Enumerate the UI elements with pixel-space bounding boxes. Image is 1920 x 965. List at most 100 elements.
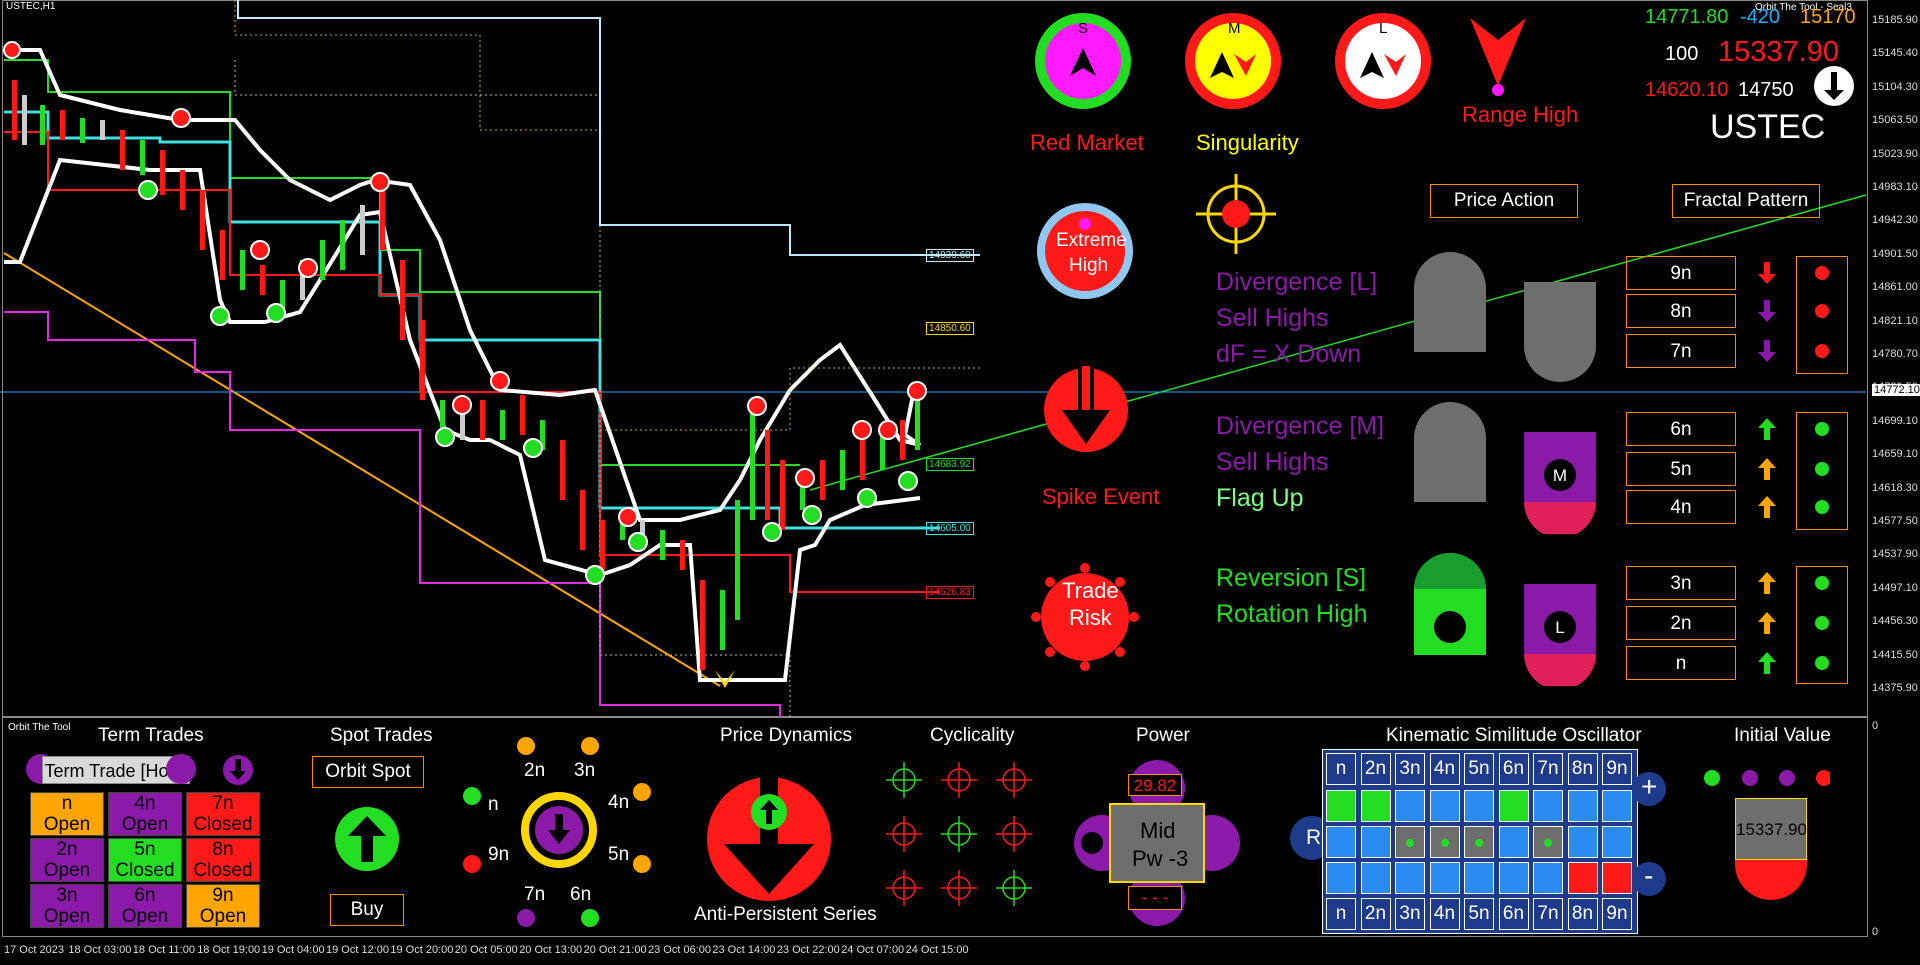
arrow-down-icon	[1758, 300, 1776, 322]
time-tick: 20 Oct 05:00	[454, 944, 518, 956]
initial-value-title: Initial Value	[1734, 725, 1831, 746]
time-tick: 19 Oct 12:00	[326, 944, 389, 956]
time-tick: 18 Oct 03:00	[68, 944, 132, 956]
kso-cell[interactable]	[1464, 826, 1494, 858]
kso-cell[interactable]	[1567, 862, 1598, 894]
fractal-pattern-button[interactable]: Fractal Pattern	[1672, 184, 1820, 218]
kso-cell[interactable]	[1464, 790, 1494, 822]
time-tick: 23 Oct 06:00	[648, 944, 711, 956]
buy-button[interactable]: Buy	[330, 894, 404, 926]
kso-cell[interactable]	[1395, 862, 1425, 894]
price-a: 14771.80	[1645, 6, 1729, 28]
term-trade-period: 2n	[56, 839, 78, 860]
cycle-crosshair-icon	[941, 762, 977, 798]
power-mid-line1: Mid	[1140, 818, 1176, 843]
bottom-tag: Orbit The Tool	[8, 722, 71, 733]
lightblue-channel	[237, 0, 980, 256]
fractal-row-4-label[interactable]: 5n	[1626, 452, 1736, 486]
price-label: 14850.60	[926, 322, 974, 335]
price-action-button[interactable]: Price Action	[1430, 184, 1578, 218]
s-dial-label: S	[1078, 20, 1089, 37]
time-tick: 24 Oct 15:00	[905, 944, 969, 956]
fractal-m-letter: M	[1553, 466, 1567, 485]
fractal-row-8-label[interactable]: n	[1626, 646, 1736, 680]
cycle-crosshair-icon	[996, 816, 1032, 852]
kso-plus-label: +	[1641, 771, 1658, 802]
kso-cell[interactable]	[1567, 790, 1598, 822]
kso-cell[interactable]	[1326, 790, 1356, 822]
spike-event-label: Spike Event	[1042, 484, 1160, 509]
kso-cell[interactable]	[1360, 862, 1391, 894]
fractal-row-5-label[interactable]: 4n	[1626, 490, 1736, 524]
sub-axis-top: 0	[1872, 720, 1879, 732]
price-dynamics-title: Price Dynamics	[720, 725, 852, 746]
price-tick: 14861.00	[1872, 281, 1918, 294]
kso-cell[interactable]	[1533, 862, 1563, 894]
kso-cell[interactable]	[1602, 790, 1632, 822]
term-trade-cell[interactable]: n Open	[30, 792, 104, 836]
symbol-name: USTEC	[1710, 108, 1826, 146]
kso-footer-cell: 8n	[1567, 898, 1598, 930]
kso-cell[interactable]	[1326, 826, 1356, 858]
fractal-row-3-label[interactable]: 6n	[1626, 412, 1736, 446]
time-tick: 17 Oct 2023	[4, 944, 64, 956]
fractal-row-6-label[interactable]: 3n	[1626, 566, 1736, 600]
kso-cell[interactable]	[1326, 862, 1356, 894]
arrow-up-icon	[1758, 496, 1776, 518]
reversion-s-title: Reversion [S]	[1216, 564, 1367, 592]
kso-cell[interactable]	[1464, 862, 1494, 894]
term-trade-cell[interactable]: 6n Open	[108, 884, 182, 928]
kso-cell[interactable]	[1360, 790, 1391, 822]
time-tick: 20 Oct 13:00	[519, 944, 583, 956]
kso-header-cell: 4n	[1429, 753, 1460, 785]
lot-size: 100	[1665, 43, 1699, 65]
term-trade-cell[interactable]: 3n Open	[30, 884, 104, 928]
power-mid-line2: Pw -3	[1132, 846, 1189, 871]
kso-cell[interactable]	[1360, 826, 1391, 858]
dot-group-upper	[1796, 256, 1848, 374]
price-tick: 14415.50	[1872, 648, 1918, 661]
time-tick: 20 Oct 21:00	[583, 944, 647, 956]
price-action-m-shape	[1414, 402, 1486, 502]
orbit-label-7n: 7n	[524, 884, 546, 905]
fractal-s-shape: L	[1524, 584, 1596, 686]
price-tick: 14901.50	[1872, 247, 1918, 260]
term-trade-cell[interactable]: 9n Open	[186, 884, 260, 928]
term-trade-cell[interactable]: 5n Closed	[108, 838, 182, 882]
fractal-row-7-label[interactable]: 2n	[1626, 606, 1736, 640]
fractal-row-1-label[interactable]: 8n	[1626, 294, 1736, 328]
kso-cell[interactable]	[1567, 826, 1598, 858]
kso-cell[interactable]	[1602, 862, 1632, 894]
fractal-row-0-label[interactable]: 9n	[1626, 256, 1736, 290]
term-trade-cell[interactable]: 2n Open	[30, 838, 104, 882]
kso-footer-cell: 4n	[1429, 898, 1460, 930]
divergence-l-line2: Sell Highs	[1216, 304, 1329, 332]
term-trade-cell[interactable]: 4n Open	[108, 792, 182, 836]
kso-cell[interactable]	[1498, 862, 1529, 894]
kso-cell[interactable]	[1395, 790, 1425, 822]
kso-cell[interactable]	[1602, 826, 1632, 858]
orange-trendline	[3, 252, 721, 687]
kso-cell[interactable]	[1498, 790, 1529, 822]
kso-cell[interactable]	[1429, 790, 1460, 822]
l-dial-label: L	[1379, 20, 1388, 37]
kso-cell[interactable]	[1533, 790, 1563, 822]
orbit-spot-button[interactable]: Orbit Spot	[312, 756, 424, 788]
spot-trades-title: Spot Trades	[330, 725, 433, 746]
kso-cell[interactable]	[1498, 826, 1529, 858]
kso-cell[interactable]	[1533, 826, 1563, 858]
term-trade-status: Open	[121, 814, 169, 835]
term-trade-status: Open	[43, 814, 91, 835]
kso-cell[interactable]	[1395, 826, 1425, 858]
kso-footer-cell: 3n	[1395, 898, 1425, 930]
kso-cell[interactable]	[1429, 826, 1460, 858]
dot-group-middle	[1796, 412, 1848, 530]
spike-event-icon	[1044, 366, 1128, 452]
fractal-row-2-label[interactable]: 7n	[1626, 334, 1736, 368]
term-trade-status: Open	[199, 906, 247, 927]
orbit-label-6n: 6n	[570, 884, 592, 905]
kso-cell[interactable]	[1429, 862, 1460, 894]
kso-r-label: R	[1306, 826, 1322, 849]
term-trade-cell[interactable]: 7n Closed	[186, 792, 260, 836]
term-trade-cell[interactable]: 8n Closed	[186, 838, 260, 882]
